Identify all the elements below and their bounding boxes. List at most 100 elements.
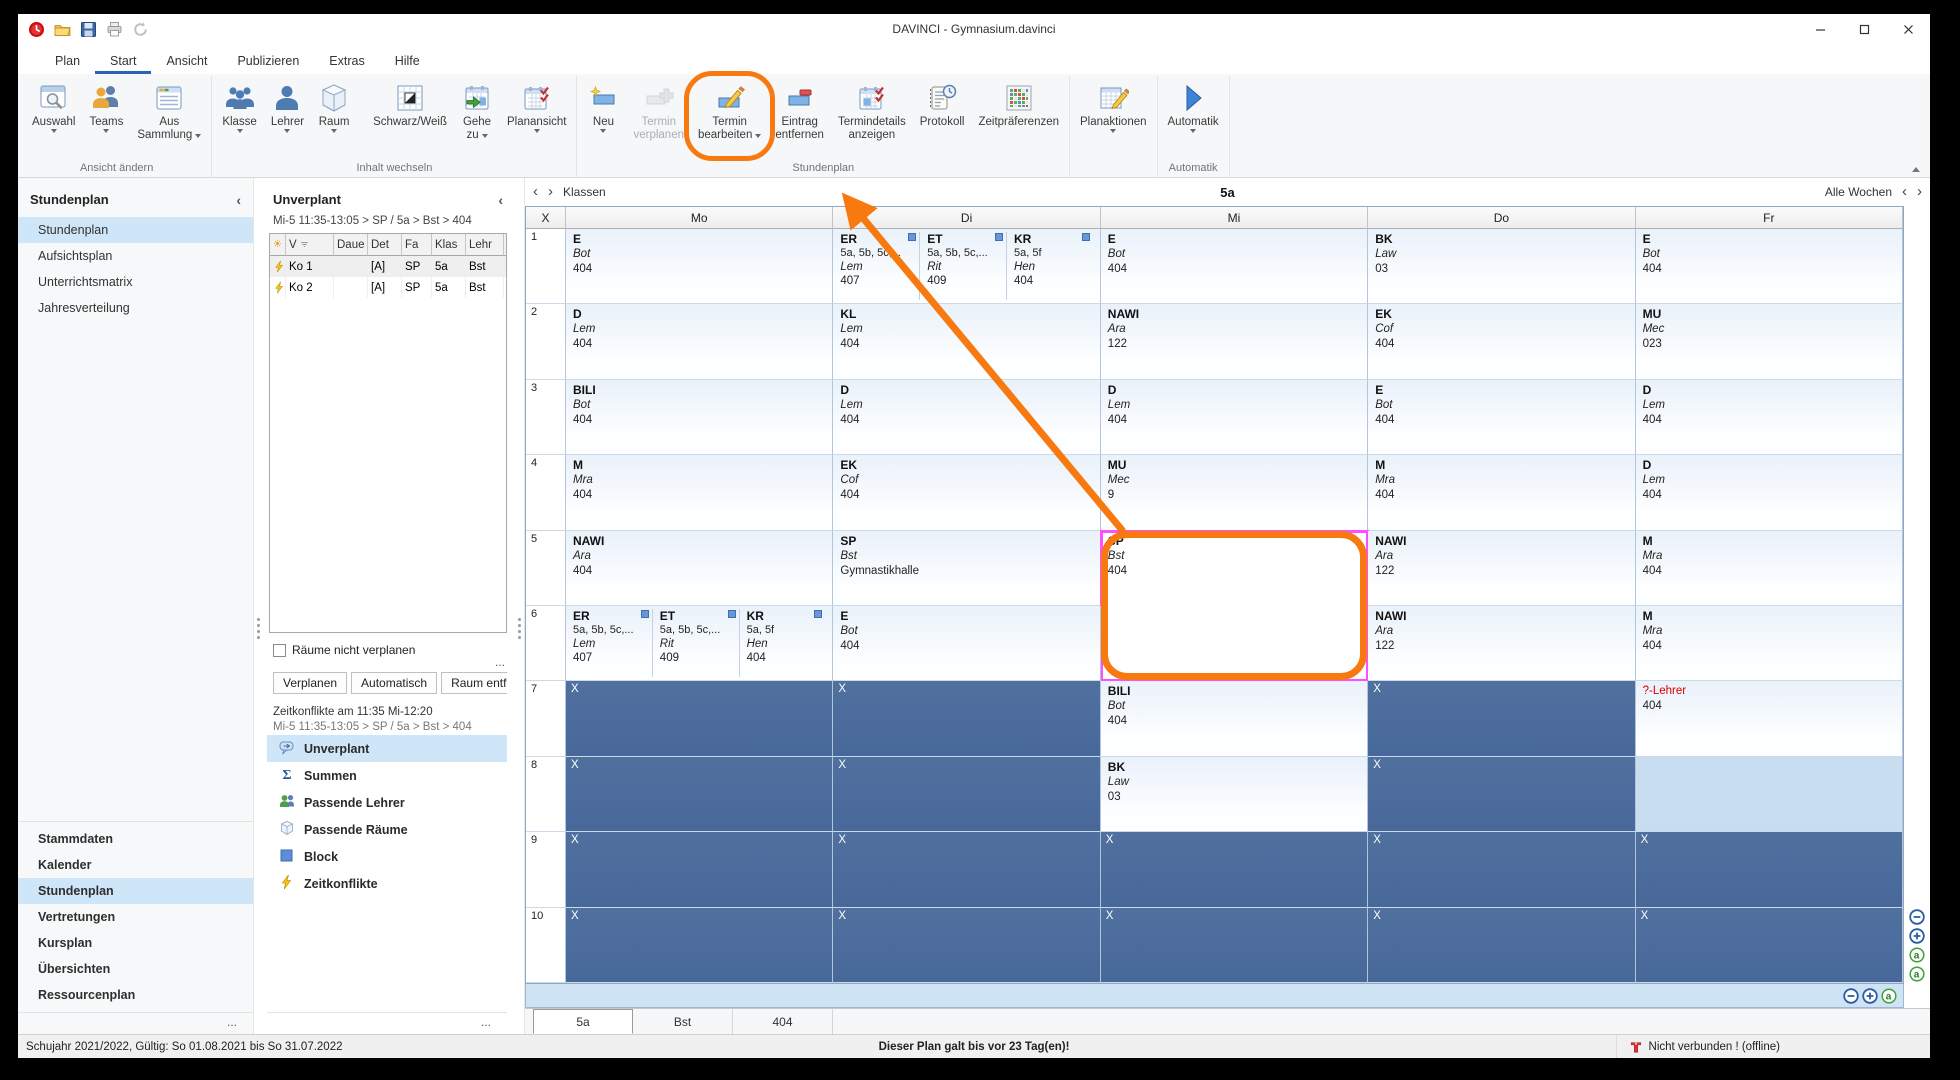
table-cell[interactable] [334,277,368,298]
table-cell[interactable] [270,256,286,277]
timetable-cell[interactable]: X [1368,681,1636,757]
table-cell[interactable]: 5a [432,277,466,298]
prev-week-icon[interactable]: ‹ [1902,184,1907,199]
table-header-Lehr[interactable]: Lehr [466,234,504,256]
sidebar-collapse-icon[interactable]: ‹ [236,193,241,207]
sidebar-more-button[interactable]: ... [18,1012,253,1034]
timetable-cell[interactable]: E Bot 404 [1100,229,1369,305]
table-cell[interactable] [270,277,286,298]
timetable-cell[interactable]: X [566,907,834,983]
splitter-left[interactable] [254,178,263,1034]
timetable-cell[interactable]: X [566,832,834,908]
gehe-zu-button[interactable]: Gehe zu [454,78,500,144]
timetable-cell[interactable]: EK Cof 404 [833,455,1101,531]
timetable-cell[interactable]: EK Cof 404 [1368,304,1636,380]
splitter-right[interactable] [515,178,524,1034]
table-cell[interactable]: Bst [466,277,504,298]
action-button-verplanen[interactable]: Verplanen [273,672,348,694]
zoom-in-icon[interactable] [1862,987,1878,1004]
view-item-summen[interactable]: Σ Summen [267,762,507,789]
zoom-out-icon[interactable] [1909,909,1925,925]
auswahl-button[interactable]: Auswahl [25,78,82,135]
timetable-cell[interactable]: X [1368,907,1636,983]
timetable-cell[interactable]: X [566,681,834,757]
termindetails-anzeigen-button[interactable]: Termindetails anzeigen [831,78,913,144]
timetable-cell[interactable]: SP Bst Gymnastikhalle [833,530,1101,606]
plan-tab-5a[interactable]: 5a [533,1009,633,1034]
menu-tab-extras[interactable]: Extras [314,49,379,74]
timetable-cell[interactable]: D Lem 404 [566,304,834,380]
timetable-cell[interactable]: BILI Bot 404 [1100,681,1369,757]
table-header-Raun[interactable]: Raun [504,234,506,256]
lehrer-button[interactable]: Lehrer [264,78,311,135]
menu-tab-hilfe[interactable]: Hilfe [380,49,435,74]
plan-tab-404[interactable]: 404 [733,1009,833,1034]
view-item-unverplant[interactable]: Unverplant [267,735,507,762]
table-header-Daue[interactable]: Daue [334,234,368,256]
table-cell[interactable]: SP [402,256,432,277]
autofit-icon[interactable]: a [1909,947,1925,963]
plan-tab-bst[interactable]: Bst [633,1009,733,1034]
sidebar-section-ressourcenplan[interactable]: Ressourcenplan [18,982,253,1008]
timetable-cell[interactable]: X [833,832,1101,908]
menu-tab-publizieren[interactable]: Publizieren [222,49,314,74]
action-button-automatisch[interactable]: Automatisch [351,672,438,694]
view-item-zeitkonflikte[interactable]: Zeitkonflikte [267,870,507,897]
view-item-passende-lehrer[interactable]: Passende Lehrer [267,789,507,816]
sidebar-section-übersichten[interactable]: Übersichten [18,956,253,982]
lesson-part[interactable]: KR 5a, 5f Hen 404 [738,609,826,678]
automatik-button[interactable]: Automatik [1161,78,1226,135]
rooms-checkbox[interactable] [273,643,286,657]
sidebar-item-unterrichtsmatrix[interactable]: Unterrichtsmatrix [18,269,253,295]
lesson-part[interactable]: ET 5a, 5b, 5c,... Rit 409 [919,232,1006,301]
zoom-out-icon[interactable] [1843,987,1859,1004]
lesson-part[interactable]: ER 5a, 5b, 5c,... Lem 407 [573,609,652,677]
lesson-part[interactable]: KR 5a, 5f Hen 404 [1005,232,1093,301]
aus-sammlung-button[interactable]: Aus Sammlung [130,78,208,144]
table-cell[interactable] [334,256,368,277]
timetable-cell[interactable]: ?-Lehrer 404 [1635,681,1903,757]
timetable-cell[interactable]: D Lem 404 [1100,379,1369,456]
timetable-cell[interactable]: BK Law 03 [1100,756,1369,833]
table-header-icon[interactable] [270,234,286,256]
action-button-raumentf[interactable]: Raum entf. [441,672,507,694]
schwarz-weiss-button[interactable]: Schwarz/Weiß [366,78,454,131]
table-cell[interactable]: [A] [368,277,402,298]
sidebar-section-stammdaten[interactable]: Stammdaten [18,826,253,852]
zoom-in-icon[interactable] [1909,928,1925,944]
timetable-cell[interactable]: NAWI Ara 122 [1368,530,1636,606]
timetable-cell[interactable]: MU Mec 9 [1100,455,1369,531]
table-cell[interactable]: 404 [504,277,506,298]
table-header-Det[interactable]: Det [368,234,402,256]
view-item-passende-räume[interactable]: Passende Räume [267,816,507,843]
autofit-icon[interactable]: a [1881,987,1897,1004]
print-icon[interactable] [106,21,123,38]
lesson-part[interactable]: ER 5a, 5b, 5c,... Lem 407 [840,232,919,300]
autofit-icon[interactable]: a [1909,966,1925,982]
protokoll-button[interactable]: Protokoll [913,78,972,131]
neu-button[interactable]: Neu [580,78,626,135]
raum-button[interactable]: Raum [311,78,357,135]
sidebar-section-kursplan[interactable]: Kursplan [18,930,253,956]
timetable-cell[interactable]: SP Bst 404 [1099,529,1370,683]
timetable-cell[interactable]: M Mra 404 [1635,606,1903,682]
timetable-cell[interactable]: BILI Bot 404 [566,379,834,456]
timetable-cell[interactable]: X [833,681,1101,757]
table-cell[interactable]: Ko 1 [286,256,334,277]
timetable-cell[interactable]: E Bot 404 [1635,229,1903,305]
view-item-block[interactable]: Block [267,843,507,870]
next-plan-icon[interactable]: › [548,184,553,199]
lesson-part[interactable]: ET 5a, 5b, 5c,... Rit 409 [651,609,739,678]
sidebar-item-stundenplan[interactable]: Stundenplan [18,217,253,243]
minimize-button[interactable] [1798,14,1842,44]
maximize-button[interactable] [1842,14,1886,44]
sidebar-section-kalender[interactable]: Kalender [18,852,253,878]
timetable-cell[interactable] [1635,756,1903,833]
save-icon[interactable] [80,21,97,38]
timetable-cell[interactable]: X [566,756,834,833]
timetable-cell[interactable]: MU Mec 023 [1635,304,1903,380]
table-cell[interactable]: Bst [466,256,504,277]
timetable-cell[interactable]: NAWI Ara 404 [566,530,834,606]
sidebar-item-aufsichtsplan[interactable]: Aufsichtsplan [18,243,253,269]
termin-bearbeiten-button[interactable]: Termin bearbeiten [683,71,776,161]
